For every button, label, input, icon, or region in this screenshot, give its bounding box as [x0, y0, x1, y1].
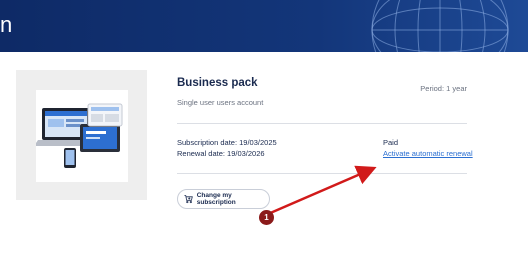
annotation-badge: 1	[259, 210, 274, 225]
